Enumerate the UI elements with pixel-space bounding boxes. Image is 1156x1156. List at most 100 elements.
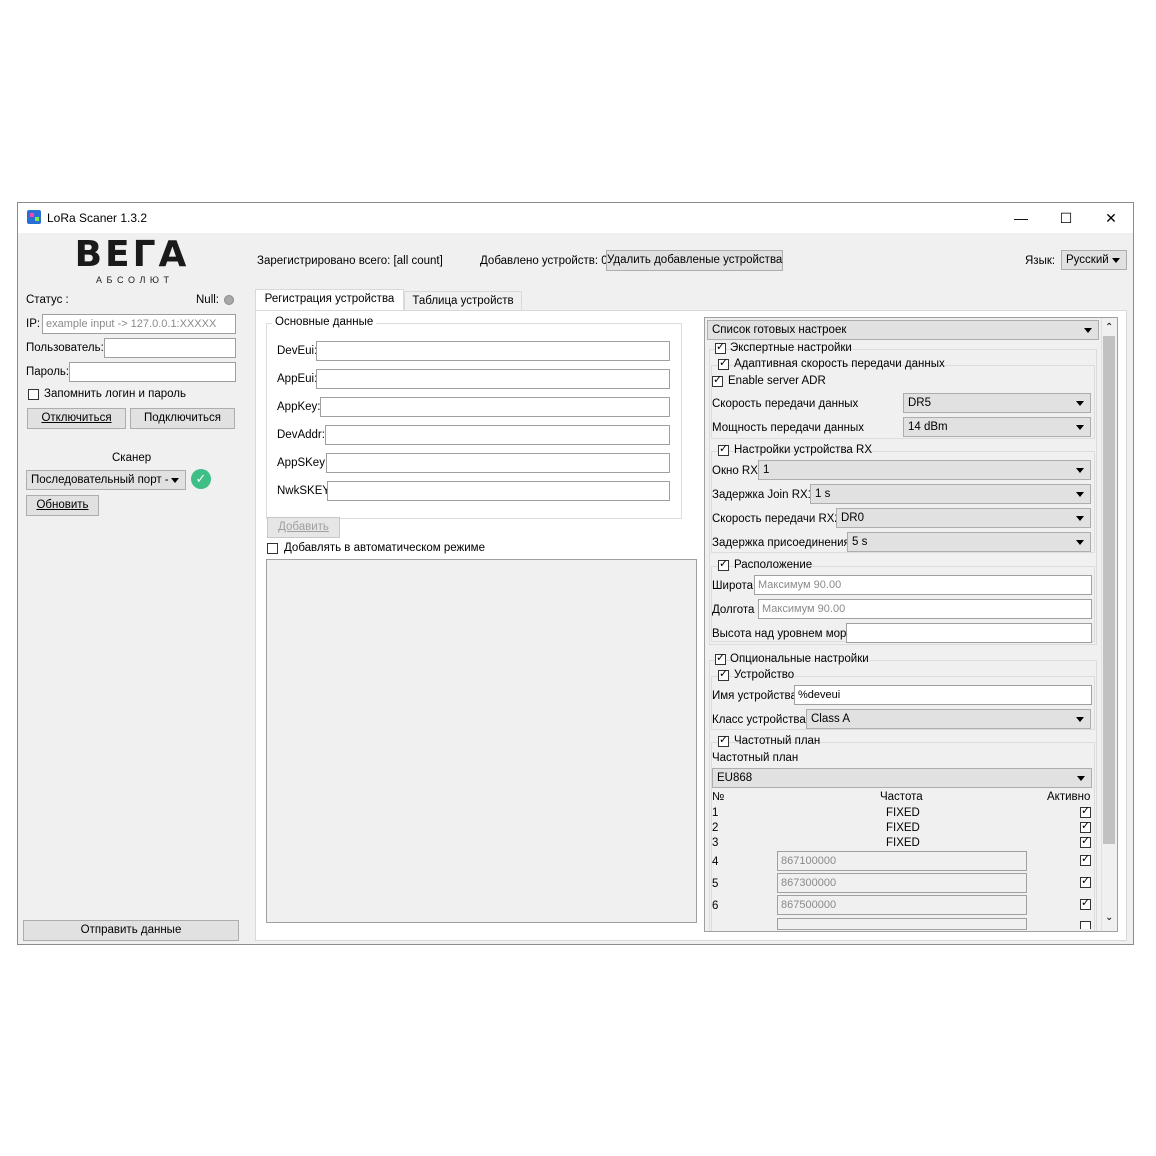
chevron-down-icon bbox=[1076, 425, 1084, 430]
registered-count: Зарегистрировано всего: [all count] bbox=[257, 255, 443, 267]
rx-window-select-value: 1 bbox=[763, 464, 770, 476]
altitude-label: Высота над уровнем моря bbox=[712, 628, 853, 640]
rx2-dr-select[interactable]: DR0 bbox=[836, 508, 1091, 528]
table-row-frequency-input[interactable]: 867300000 bbox=[777, 873, 1027, 893]
send-data-button[interactable]: Отправить данные bbox=[23, 920, 239, 941]
log-area[interactable] bbox=[266, 559, 697, 923]
chevron-down-icon bbox=[1112, 258, 1120, 263]
dr-label: Скорость передачи данных bbox=[712, 398, 859, 410]
rx1-delay-label: Задержка Join RX1 bbox=[712, 489, 815, 501]
device-name-input[interactable]: %deveui bbox=[794, 685, 1092, 705]
freq-plan-select[interactable]: EU868 bbox=[712, 768, 1092, 788]
deveui-input[interactable] bbox=[316, 341, 670, 361]
add-button[interactable]: Добавить bbox=[267, 517, 340, 538]
table-row-active-checkbox[interactable] bbox=[1080, 899, 1091, 910]
logo: ВЕГА bbox=[74, 234, 190, 275]
password-input[interactable] bbox=[69, 362, 236, 382]
nwkskey-input[interactable] bbox=[327, 481, 670, 501]
adr-label: Адаптивная скорость передачи данных bbox=[734, 358, 945, 370]
disconnect-button[interactable]: Отключиться bbox=[27, 408, 126, 429]
table-row-number: 5 bbox=[712, 878, 719, 890]
refresh-button[interactable]: Обновить bbox=[26, 495, 99, 516]
rx-settings-checkbox[interactable] bbox=[718, 445, 729, 456]
scroll-up-icon[interactable]: ⌃ bbox=[1105, 322, 1113, 333]
logo-subtitle: А Б С О Л Ю Т bbox=[96, 275, 170, 285]
adr-checkbox[interactable] bbox=[718, 359, 729, 370]
table-row-number: 6 bbox=[712, 900, 719, 912]
preset-select[interactable]: Список готовых настроек bbox=[707, 320, 1099, 340]
dr-select[interactable]: DR5 bbox=[903, 393, 1091, 413]
ip-input[interactable]: example input -> 127.0.0.1:XXXXX bbox=[42, 314, 236, 334]
maximize-button[interactable]: ☐ bbox=[1043, 203, 1089, 233]
minimize-icon: — bbox=[1014, 210, 1028, 226]
device-name-label: Имя устройства bbox=[712, 690, 797, 702]
ip-label: IP: bbox=[26, 318, 41, 330]
rx2-dr-select-value: DR0 bbox=[841, 512, 865, 524]
freq-plan-checkbox[interactable] bbox=[718, 736, 729, 747]
auto-mode-checkbox[interactable] bbox=[267, 543, 278, 554]
rx-window-label: Окно RX bbox=[712, 465, 758, 477]
power-select[interactable]: 14 dBm bbox=[903, 417, 1091, 437]
preset-select-value: Список готовых настроек bbox=[712, 324, 847, 336]
table-row-frequency-input[interactable]: 867500000 bbox=[777, 895, 1027, 915]
appkey-input[interactable] bbox=[320, 397, 670, 417]
table-row-frequency-input[interactable] bbox=[777, 918, 1027, 930]
appeui-input[interactable] bbox=[316, 369, 670, 389]
power-select-value: 14 dBm bbox=[908, 421, 948, 433]
rx-window-select[interactable]: 1 bbox=[758, 460, 1091, 480]
altitude-input[interactable] bbox=[846, 623, 1092, 643]
auto-mode-label: Добавлять в автоматическом режиме bbox=[284, 542, 485, 554]
table-row-active-checkbox[interactable] bbox=[1080, 807, 1091, 818]
latitude-input[interactable]: Максимум 90.00 bbox=[754, 575, 1092, 595]
deveui-label: DevEui: bbox=[277, 345, 318, 357]
table-row-active-checkbox[interactable] bbox=[1080, 921, 1091, 929]
port-select[interactable]: Последовательный порт - bbox=[26, 470, 186, 490]
app-window: LoRa Scaner 1.3.2 — ☐ ✕ ВЕГА А Б С О Л Ю… bbox=[17, 202, 1134, 945]
rx1-delay-select[interactable]: 1 s bbox=[810, 484, 1091, 504]
table-row-number: 1 bbox=[712, 807, 719, 819]
scanner-label: Сканер bbox=[112, 452, 152, 464]
optional-label: Опциональные настройки bbox=[730, 653, 869, 665]
table-row-frequency: FIXED bbox=[886, 837, 920, 849]
language-select[interactable]: Русский bbox=[1061, 250, 1127, 270]
expert-checkbox[interactable] bbox=[715, 343, 726, 354]
title-bar: LoRa Scaner 1.3.2 — ☐ ✕ bbox=[18, 203, 1133, 233]
tab-page: Основные данные DevEui: AppEui: AppKey: … bbox=[255, 310, 1127, 941]
delete-added-button[interactable]: Удалить добавленые устройства bbox=[606, 250, 783, 271]
location-checkbox[interactable] bbox=[718, 560, 729, 571]
table-row-active-checkbox[interactable] bbox=[1080, 822, 1091, 833]
appskey-label: AppSKey: bbox=[277, 457, 329, 469]
scrollbar-thumb[interactable] bbox=[1103, 336, 1115, 844]
app-icon bbox=[27, 210, 41, 224]
appskey-input[interactable] bbox=[326, 453, 670, 473]
tab-registration[interactable]: Регистрация устройства bbox=[255, 289, 404, 311]
window-title: LoRa Scaner 1.3.2 bbox=[47, 211, 148, 225]
scroll-down-icon[interactable]: ⌄ bbox=[1105, 912, 1113, 923]
port-select-value: Последовательный порт - bbox=[31, 474, 169, 486]
device-class-select[interactable]: Class A bbox=[806, 709, 1091, 729]
user-input[interactable] bbox=[104, 338, 236, 358]
password-label: Пароль: bbox=[26, 366, 70, 378]
added-count: Добавлено устройств: 0 bbox=[480, 255, 608, 267]
server-adr-checkbox[interactable] bbox=[712, 376, 723, 387]
devaddr-input[interactable] bbox=[325, 425, 670, 445]
tab-device-table[interactable]: Таблица устройств bbox=[404, 291, 522, 311]
connect-button[interactable]: Подключиться bbox=[130, 408, 235, 429]
table-row-frequency-input[interactable]: 867100000 bbox=[777, 851, 1027, 871]
language-label: Язык: bbox=[1025, 255, 1056, 267]
close-button[interactable]: ✕ bbox=[1088, 203, 1134, 233]
table-row-active-checkbox[interactable] bbox=[1080, 877, 1091, 888]
minimize-button[interactable]: — bbox=[998, 203, 1044, 233]
table-row-active-checkbox[interactable] bbox=[1080, 855, 1091, 866]
remember-checkbox[interactable] bbox=[28, 389, 39, 400]
optional-checkbox[interactable] bbox=[715, 654, 726, 665]
expert-label: Экспертные настройки bbox=[730, 342, 852, 354]
device-checkbox[interactable] bbox=[718, 670, 729, 681]
join-delay-select[interactable]: 5 s bbox=[847, 532, 1091, 552]
check-circle-icon: ✓ bbox=[191, 469, 211, 489]
language-select-value: Русский bbox=[1066, 254, 1109, 266]
power-label: Мощность передачи данных bbox=[712, 422, 864, 434]
table-row-active-checkbox[interactable] bbox=[1080, 837, 1091, 848]
nwkskey-label: NwkSKEY: bbox=[277, 485, 333, 497]
longitude-input[interactable]: Максимум 90.00 bbox=[758, 599, 1092, 619]
